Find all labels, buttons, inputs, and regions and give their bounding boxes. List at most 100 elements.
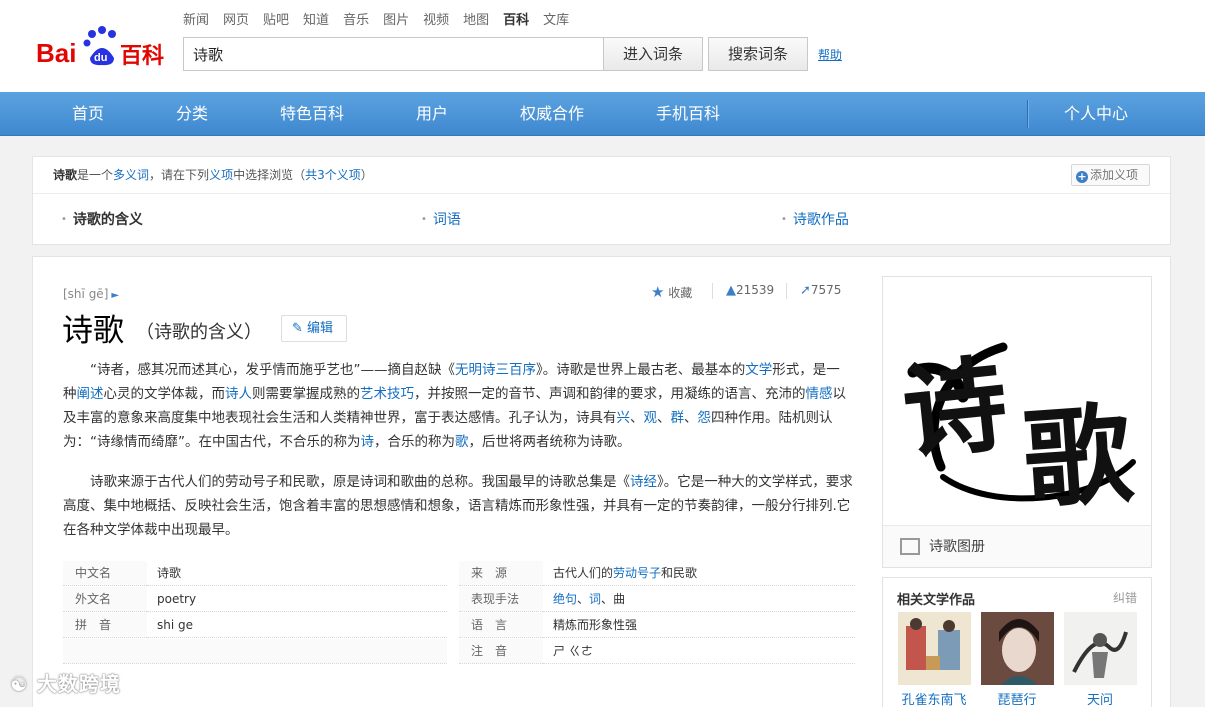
inline-link[interactable]: 绝句 — [553, 592, 577, 606]
inline-link[interactable]: 艺术技巧 — [360, 386, 414, 402]
nav-category[interactable]: 分类 — [176, 92, 208, 136]
topnav-baike[interactable]: 百科 — [503, 12, 529, 30]
topnav-wenku[interactable]: 文库 — [543, 12, 569, 30]
nav-mobile[interactable]: 手机百科 — [656, 92, 720, 136]
add-sense-label: 添加义项 — [1090, 168, 1139, 182]
share-button[interactable]: ➚7575 — [800, 283, 841, 298]
info-label: 拼 音 — [63, 613, 147, 638]
intro-paragraph: “诗者，感其况而述其心，发乎情而施乎艺也”——摘自赵缺《无明诗三百序》。诗歌是世… — [63, 358, 853, 454]
inline-link[interactable]: 文学 — [745, 362, 772, 378]
info-label: 语 言 — [459, 613, 543, 638]
svg-text:Bai: Bai — [36, 38, 76, 68]
info-label: 来 源 — [459, 561, 543, 586]
report-error-link[interactable]: 纠错 — [1113, 589, 1137, 606]
polysemy-header: 诗歌是一个多义词，请在下列义项中选择浏览（共3个义项） + 添加义项 — [33, 157, 1170, 194]
inline-link[interactable]: 观 — [644, 410, 658, 426]
sense-link[interactable]: 义项 — [209, 168, 233, 182]
sense-option-label: 诗歌的含义 — [72, 212, 143, 228]
svg-text:百科: 百科 — [120, 44, 164, 68]
text: 诗歌来源于古代人们的劳动号子和民歌，原是诗词和歌曲的总称。我国最早的诗歌总集是《 — [90, 474, 630, 490]
like-button[interactable]: ▲21539 — [726, 283, 774, 298]
inline-link[interactable]: 诗经 — [630, 474, 657, 490]
topnav-news[interactable]: 新闻 — [183, 12, 209, 30]
related-thumb[interactable] — [898, 612, 971, 685]
related-thumb[interactable] — [981, 612, 1054, 685]
inline-link[interactable]: 歌 — [455, 434, 469, 450]
polysemy-link[interactable]: 多义词 — [113, 168, 149, 182]
edit-button[interactable]: ✎ 编辑 — [281, 315, 347, 342]
album-link[interactable]: 诗歌图册 — [883, 525, 1151, 567]
star-icon: ★ — [651, 283, 665, 301]
inline-link[interactable]: 词 — [589, 592, 601, 606]
topnav-tieba[interactable]: 贴吧 — [263, 12, 289, 30]
collect-button[interactable]: ★ 收藏 — [651, 283, 692, 301]
info-label: 中文名 — [63, 561, 147, 586]
related-item-label[interactable]: 孔雀东南飞 — [889, 689, 979, 707]
summary-image-box[interactable]: 诗 歌 诗歌图册 — [882, 276, 1152, 568]
topnav-web[interactable]: 网页 — [223, 12, 249, 30]
topnav-music[interactable]: 音乐 — [343, 12, 369, 30]
inline-link[interactable]: 怨 — [698, 410, 712, 426]
inline-link[interactable]: 诗 — [361, 434, 375, 450]
svg-text:du: du — [94, 52, 107, 64]
info-value: 精炼而形象性强 — [543, 613, 855, 638]
sense-option-current[interactable]: • 诗歌的含义 — [61, 209, 143, 229]
inline-link[interactable]: 兴 — [617, 410, 631, 426]
nav-home[interactable]: 首页 — [72, 92, 104, 136]
sense-option-works[interactable]: • 诗歌作品 — [781, 209, 849, 229]
pinyin: [shī gē] ► — [63, 287, 121, 301]
text: ，并按照一定的音节、声调和韵律的要求，用凝练的语言、充沛的 — [414, 386, 806, 402]
page-title: 诗歌 — [62, 313, 124, 349]
share-count: 7575 — [810, 283, 842, 297]
enter-entry-button[interactable]: 进入词条 — [603, 37, 703, 71]
page-subtitle: （诗歌的含义） — [136, 322, 262, 343]
speaker-icon[interactable]: ► — [111, 290, 121, 301]
text: 、 — [630, 410, 644, 426]
text: ，后世将两者统称为诗歌。 — [468, 434, 631, 450]
info-value: ㄕ ㄍㄜ — [543, 639, 855, 664]
nav-users[interactable]: 用户 — [416, 92, 448, 136]
image-album-icon — [900, 538, 920, 555]
plus-icon: + — [1076, 170, 1088, 183]
edit-label: 编辑 — [307, 321, 334, 336]
nav-featured[interactable]: 特色百科 — [280, 92, 344, 136]
share-icon: ➚ — [800, 283, 811, 298]
topnav-map[interactable]: 地图 — [463, 12, 489, 30]
related-item-label[interactable]: 琵琶行 — [972, 689, 1062, 707]
topnav-video[interactable]: 视频 — [423, 12, 449, 30]
text: 曲 — [613, 592, 626, 606]
nav-personal-center[interactable]: 个人中心 — [1064, 92, 1128, 136]
sense-count-link[interactable]: 共3个义项 — [305, 168, 361, 182]
help-link[interactable]: 帮助 — [818, 46, 842, 63]
bullet-icon: • — [61, 214, 67, 225]
inline-link[interactable]: 群 — [671, 410, 685, 426]
like-count: 21539 — [736, 283, 775, 297]
inline-link[interactable]: 无明诗三百序 — [455, 362, 536, 378]
related-title: 相关文学作品 — [897, 593, 976, 608]
text: 古代人们的 — [553, 566, 614, 580]
nav-partners[interactable]: 权威合作 — [520, 92, 584, 136]
related-item-label[interactable]: 天问 — [1055, 689, 1145, 707]
polysemy-text: ） — [360, 168, 373, 182]
info-value: 诗歌 — [147, 561, 447, 586]
top-nav: 新闻 网页 贴吧 知道 音乐 图片 视频 地图 百科 文库 — [183, 12, 583, 30]
add-sense-button[interactable]: + 添加义项 — [1071, 164, 1150, 186]
divider — [712, 283, 713, 299]
search-input[interactable] — [183, 37, 604, 71]
inline-link[interactable]: 诗人 — [225, 386, 252, 402]
polysemy-text: 是一个 — [77, 168, 114, 182]
inline-link[interactable]: 阐述 — [77, 386, 104, 402]
text: 、 — [577, 592, 590, 606]
search-entry-button[interactable]: 搜索词条 — [708, 37, 808, 71]
related-works-panel: 相关文学作品 纠错 孔雀东南飞 琵琶行 天问 — [882, 577, 1152, 707]
related-thumb[interactable] — [1064, 612, 1137, 685]
topnav-images[interactable]: 图片 — [383, 12, 409, 30]
inline-link[interactable]: 劳动号子 — [613, 566, 661, 580]
calligraphy-char: 诗 — [897, 342, 1013, 475]
watermark-text: 大数跨境 — [36, 672, 121, 696]
inline-link[interactable]: 情感 — [806, 386, 833, 402]
topnav-zhidao[interactable]: 知道 — [303, 12, 329, 30]
sense-option-word[interactable]: • 词语 — [421, 209, 461, 229]
calligraphy-char: 歌 — [1019, 391, 1137, 523]
baidu-baike-logo[interactable]: Bai du 百科 — [36, 22, 170, 68]
